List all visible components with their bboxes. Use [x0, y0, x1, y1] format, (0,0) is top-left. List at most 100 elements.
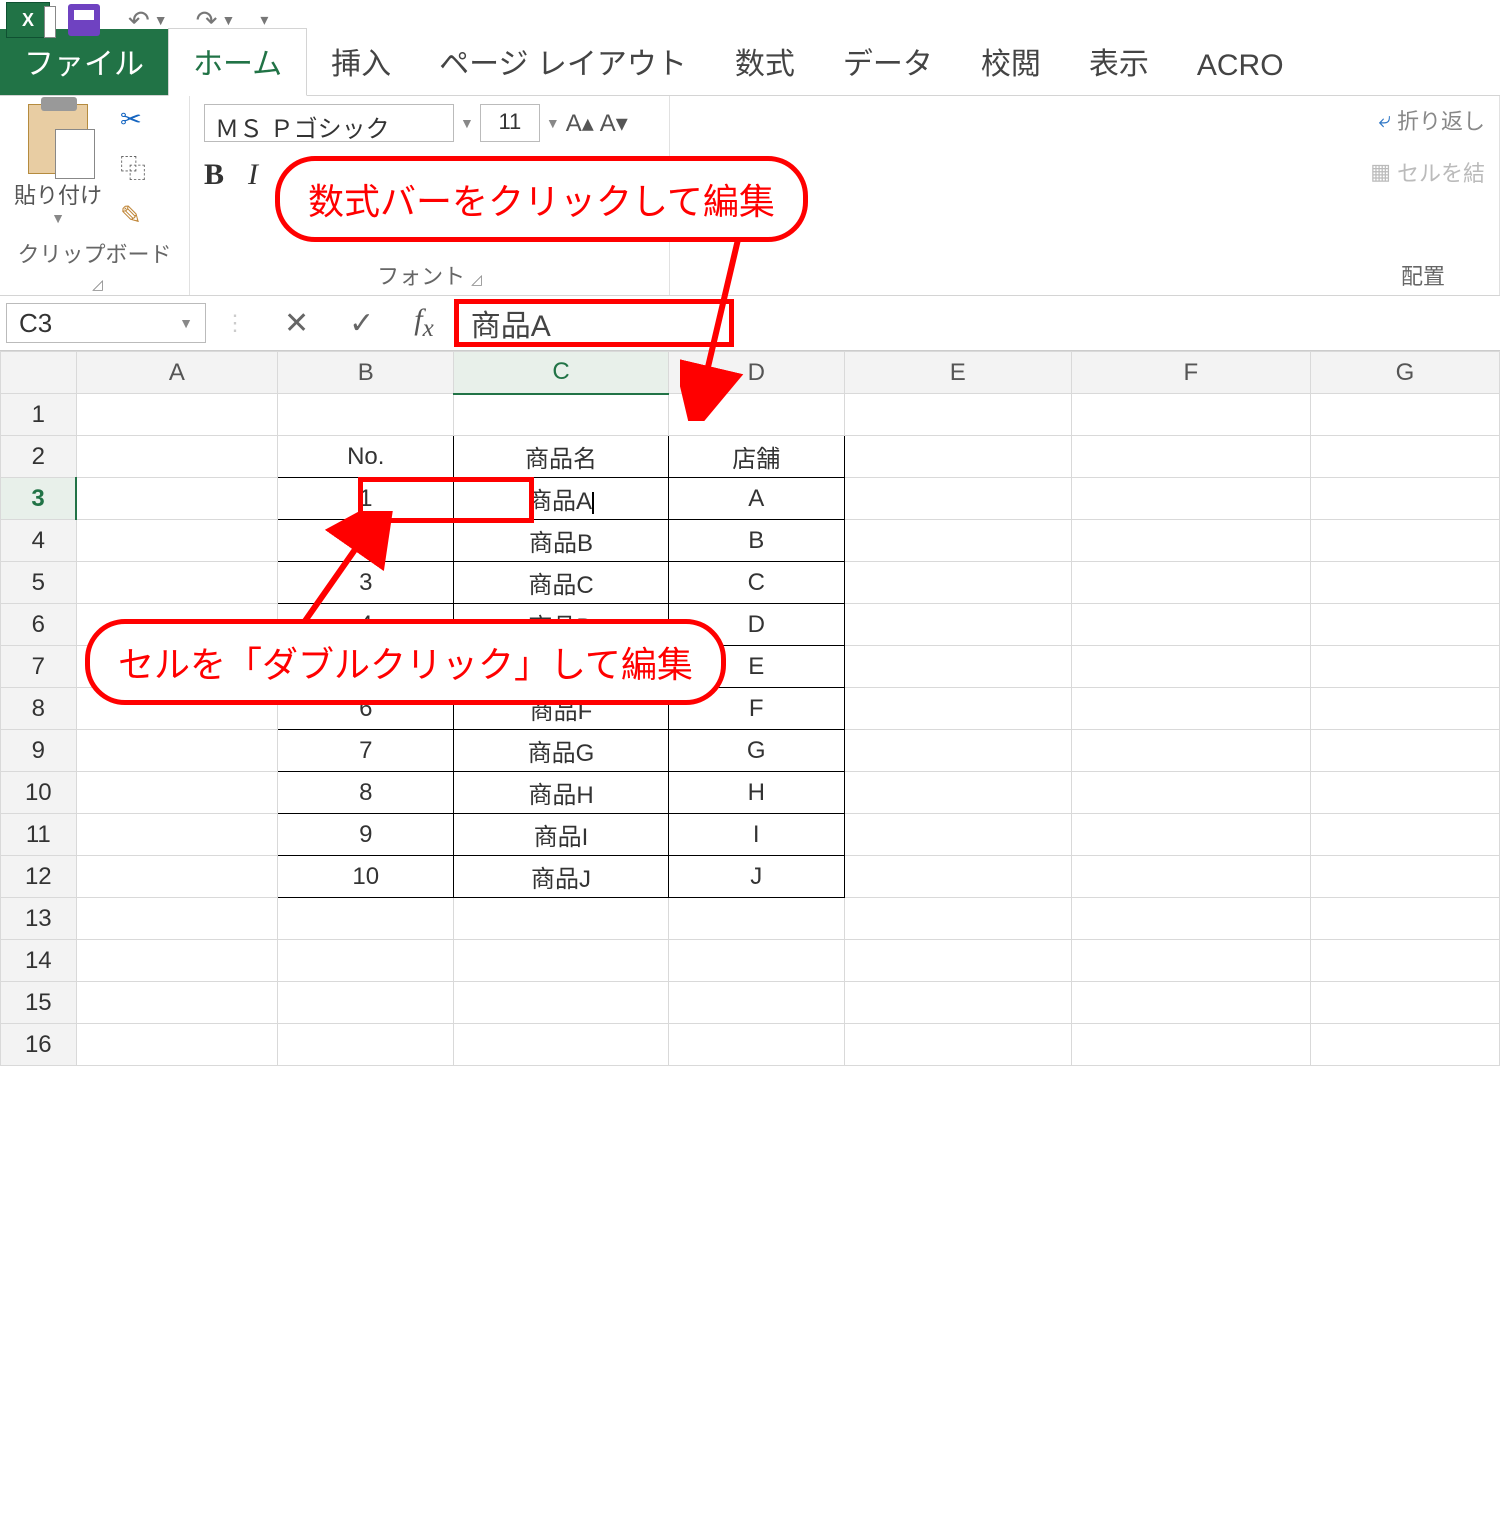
cell-C12[interactable]: 商品J	[454, 856, 668, 898]
col-header-a[interactable]: A	[76, 352, 278, 394]
tab-formulas[interactable]: 数式	[711, 29, 819, 95]
cell-G10[interactable]	[1311, 772, 1500, 814]
bold-button[interactable]: B	[204, 158, 224, 192]
cell-G6[interactable]	[1311, 604, 1500, 646]
cell-C5[interactable]: 商品C	[454, 562, 668, 604]
confirm-edit-button[interactable]: ✓	[349, 306, 374, 341]
cell-E11[interactable]	[844, 814, 1071, 856]
cell-G11[interactable]	[1311, 814, 1500, 856]
cell-A15[interactable]	[76, 982, 278, 1024]
cell-B10[interactable]: 8	[278, 772, 454, 814]
row-header-12[interactable]: 12	[1, 856, 77, 898]
cell-A13[interactable]	[76, 898, 278, 940]
grow-font-icon[interactable]: A▴	[566, 109, 594, 138]
cell-F7[interactable]	[1071, 646, 1310, 688]
row-header-8[interactable]: 8	[1, 688, 77, 730]
wrap-text-label[interactable]: 折り返し	[1397, 104, 1485, 136]
select-all-corner[interactable]	[1, 352, 77, 394]
cell-C2[interactable]: 商品名	[454, 436, 668, 478]
redo-dropdown[interactable]: ▼	[221, 12, 235, 28]
cell-A14[interactable]	[76, 940, 278, 982]
copy-icon[interactable]: ⿻	[120, 149, 146, 186]
row-header-2[interactable]: 2	[1, 436, 77, 478]
cell-E7[interactable]	[844, 646, 1071, 688]
undo-dropdown[interactable]: ▼	[154, 12, 168, 28]
tab-view[interactable]: 表示	[1065, 29, 1173, 95]
cell-B1[interactable]	[278, 394, 454, 436]
cell-C15[interactable]	[454, 982, 668, 1024]
row-header-1[interactable]: 1	[1, 394, 77, 436]
cell-G7[interactable]	[1311, 646, 1500, 688]
cell-D2[interactable]: 店舗	[668, 436, 844, 478]
merge-cells-label[interactable]: セルを結	[1397, 156, 1485, 188]
row-header-4[interactable]: 4	[1, 520, 77, 562]
row-header-3[interactable]: 3	[1, 478, 77, 520]
cell-G14[interactable]	[1311, 940, 1500, 982]
row-header-6[interactable]: 6	[1, 604, 77, 646]
cell-C3[interactable]: 商品A	[454, 478, 668, 520]
col-header-e[interactable]: E	[844, 352, 1071, 394]
cell-D13[interactable]	[668, 898, 844, 940]
cell-G13[interactable]	[1311, 898, 1500, 940]
merge-cells-icon[interactable]: ▦	[1370, 159, 1391, 185]
cell-B13[interactable]	[278, 898, 454, 940]
cell-F11[interactable]	[1071, 814, 1310, 856]
cell-C10[interactable]: 商品H	[454, 772, 668, 814]
cell-F12[interactable]	[1071, 856, 1310, 898]
cell-A10[interactable]	[76, 772, 278, 814]
cell-A1[interactable]	[76, 394, 278, 436]
cell-G16[interactable]	[1311, 1024, 1500, 1066]
font-dialog-launcher[interactable]: ◿	[471, 271, 482, 287]
cell-D11[interactable]: I	[668, 814, 844, 856]
cell-G5[interactable]	[1311, 562, 1500, 604]
cell-E1[interactable]	[844, 394, 1071, 436]
cell-G4[interactable]	[1311, 520, 1500, 562]
cell-A16[interactable]	[76, 1024, 278, 1066]
cell-A2[interactable]	[76, 436, 278, 478]
cell-B14[interactable]	[278, 940, 454, 982]
name-box-dropdown-icon[interactable]: ▼	[179, 315, 193, 331]
wrap-text-icon[interactable]: ⤶	[1379, 107, 1391, 133]
row-header-16[interactable]: 16	[1, 1024, 77, 1066]
cell-E13[interactable]	[844, 898, 1071, 940]
cell-E3[interactable]	[844, 478, 1071, 520]
cell-F14[interactable]	[1071, 940, 1310, 982]
cell-E4[interactable]	[844, 520, 1071, 562]
cancel-edit-button[interactable]: ✕	[284, 306, 309, 341]
save-button[interactable]	[68, 4, 100, 36]
cell-F15[interactable]	[1071, 982, 1310, 1024]
cell-A12[interactable]	[76, 856, 278, 898]
tab-file[interactable]: ファイル	[0, 29, 168, 95]
col-header-g[interactable]: G	[1311, 352, 1500, 394]
font-name-select[interactable]: ＭＳ Ｐゴシック	[204, 104, 454, 142]
cell-A9[interactable]	[76, 730, 278, 772]
cell-F1[interactable]	[1071, 394, 1310, 436]
cell-F10[interactable]	[1071, 772, 1310, 814]
customize-qat-icon[interactable]: ▾	[260, 10, 268, 30]
row-header-9[interactable]: 9	[1, 730, 77, 772]
row-header-15[interactable]: 15	[1, 982, 77, 1024]
cell-E12[interactable]	[844, 856, 1071, 898]
cell-D10[interactable]: H	[668, 772, 844, 814]
cell-C13[interactable]	[454, 898, 668, 940]
cell-D3[interactable]: A	[668, 478, 844, 520]
cell-E8[interactable]	[844, 688, 1071, 730]
cell-F13[interactable]	[1071, 898, 1310, 940]
cell-C1[interactable]	[454, 394, 668, 436]
name-box[interactable]: C3 ▼	[6, 303, 206, 343]
cell-D4[interactable]: B	[668, 520, 844, 562]
cell-A5[interactable]	[76, 562, 278, 604]
cell-F8[interactable]	[1071, 688, 1310, 730]
cell-E14[interactable]	[844, 940, 1071, 982]
cell-E16[interactable]	[844, 1024, 1071, 1066]
format-painter-icon[interactable]: ✎	[120, 200, 146, 231]
font-size-select[interactable]: 11	[480, 104, 540, 142]
worksheet-grid[interactable]: A B C D E F G 12No.商品名店舗31商品AA42商品BB53商品…	[0, 351, 1500, 1066]
cell-F16[interactable]	[1071, 1024, 1310, 1066]
cell-E5[interactable]	[844, 562, 1071, 604]
tab-insert[interactable]: 挿入	[307, 29, 415, 95]
cell-C16[interactable]	[454, 1024, 668, 1066]
cell-B15[interactable]	[278, 982, 454, 1024]
row-header-11[interactable]: 11	[1, 814, 77, 856]
tab-acrobat[interactable]: ACRO	[1173, 39, 1308, 95]
